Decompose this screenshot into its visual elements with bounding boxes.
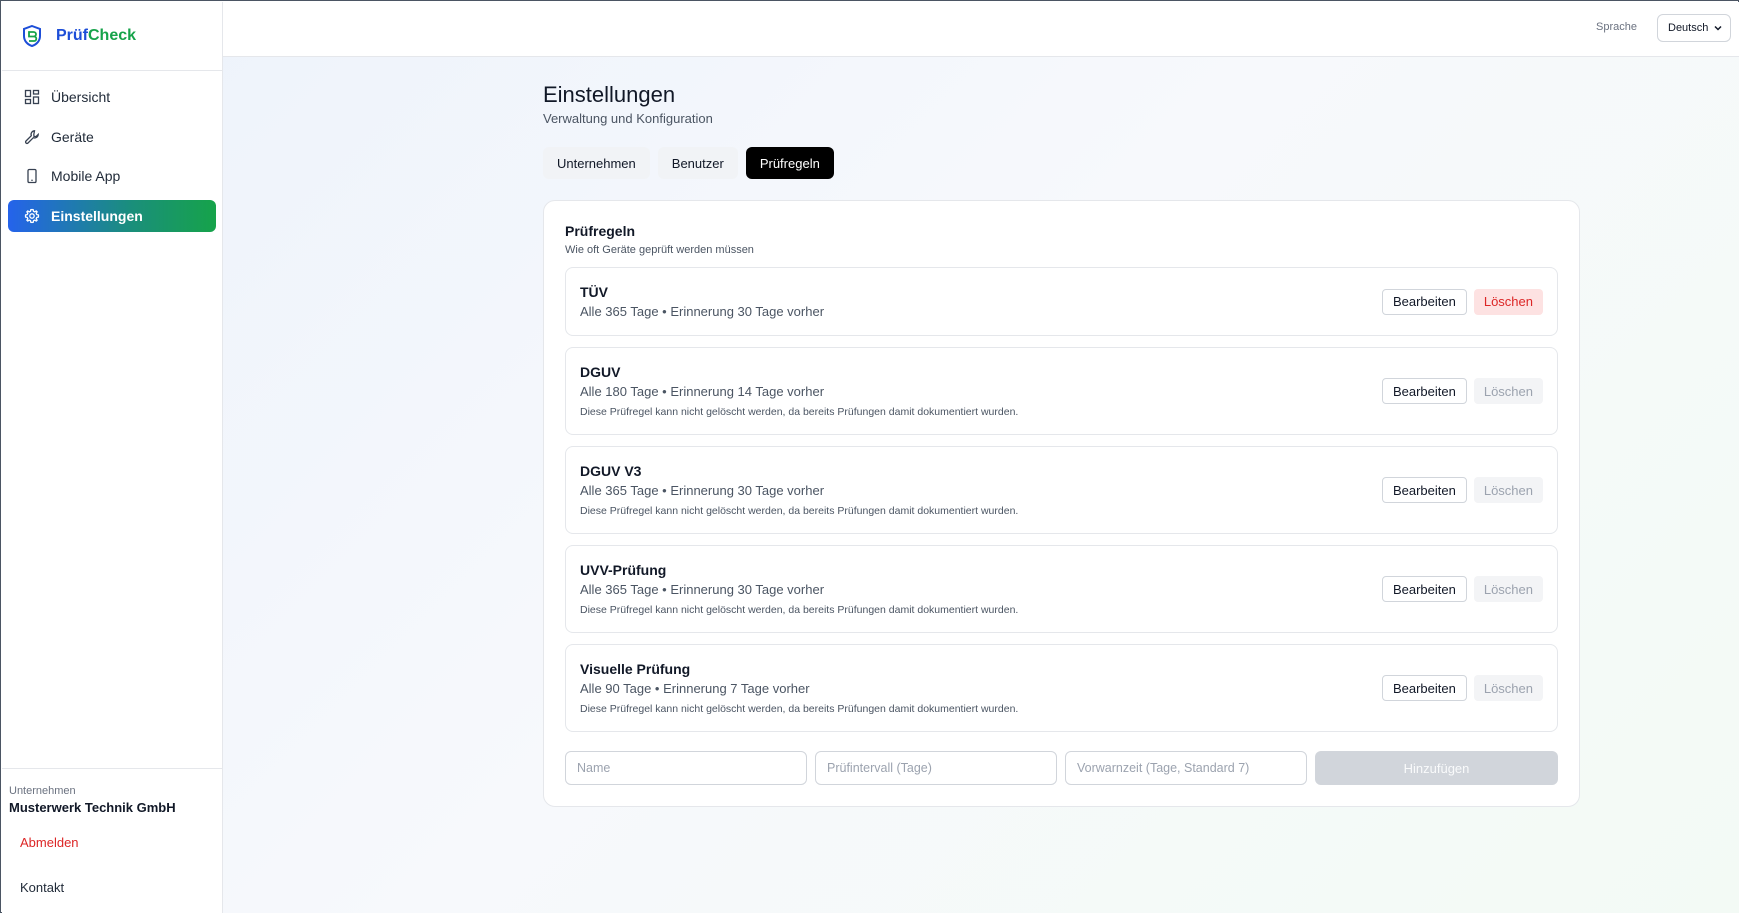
rule-actions: Bearbeiten Löschen [1381,378,1543,404]
logout-link[interactable]: Abmelden [20,835,79,850]
sidebar-item-uebersicht[interactable]: Übersicht [8,81,216,113]
delete-button[interactable]: Löschen [1473,288,1543,315]
interval-input[interactable] [815,751,1057,785]
page-title: Einstellungen [543,82,676,107]
edit-button[interactable]: Bearbeiten [1381,477,1467,503]
edit-button[interactable]: Bearbeiten [1381,288,1467,315]
rule-item: Visuelle Prüfung Alle 90 Tage • Erinneru… [565,644,1558,732]
sidebar-item-label: Einstellungen [51,207,143,224]
topbar: Sprache Deutsch [223,2,1739,57]
edit-button[interactable]: Bearbeiten [1381,675,1467,701]
rule-item: DGUV Alle 180 Tage • Erinnerung 14 Tage … [565,347,1558,435]
rule-actions: Bearbeiten Löschen [1381,288,1543,315]
sidebar-item-geraete[interactable]: Geräte [8,121,216,153]
delete-button-disabled: Löschen [1473,477,1543,503]
rules-card: Prüfregeln Wie oft Geräte geprüft werden… [543,200,1580,807]
card-title: Prüfregeln [565,223,636,239]
rule-actions: Bearbeiten Löschen [1381,477,1543,503]
settings-tabs: Unternehmen Benutzer Prüfregeln [543,147,1583,179]
edit-button[interactable]: Bearbeiten [1381,576,1467,602]
language-value: Deutsch [1668,22,1709,34]
tab-pruefregeln[interactable]: Prüfregeln [745,147,834,179]
rule-item: UVV-Prüfung Alle 365 Tage • Erinnerung 3… [565,545,1558,633]
smartphone-icon [27,168,37,184]
chevron-down-icon [1714,25,1722,31]
tab-benutzer[interactable]: Benutzer [657,147,738,179]
wrench-icon [24,129,39,144]
language-select[interactable]: Deutsch [1657,14,1731,42]
sidebar-item-einstellungen[interactable]: Einstellungen [8,199,216,232]
brand: PrüfCheck [2,2,222,71]
company-label: Unternehmen [9,785,76,797]
sidebar-item-label: Geräte [51,128,94,145]
main-area: Sprache Deutsch Einstellungen Verwaltung… [223,2,1739,913]
add-rule-form: Hinzufügen [565,751,1558,785]
shield-logo-icon [23,25,41,47]
page-subtitle: Verwaltung und Konfiguration [543,111,713,126]
rule-item: TÜV Alle 365 Tage • Erinnerung 30 Tage v… [565,267,1558,336]
contact-link[interactable]: Kontakt [20,880,222,895]
rule-item: DGUV V3 Alle 365 Tage • Erinnerung 30 Ta… [565,446,1558,534]
sidebar-nav: Übersicht Geräte Mobile App Einstellunge… [2,71,222,232]
rule-actions: Bearbeiten Löschen [1381,675,1543,701]
company-name: Musterwerk Technik GmbH [9,800,176,815]
sidebar: PrüfCheck Übersicht Geräte Mobile App Ei… [2,2,223,913]
edit-button[interactable]: Bearbeiten [1381,378,1467,404]
language-label: Sprache [1596,21,1637,33]
rule-actions: Bearbeiten Löschen [1381,576,1543,602]
gear-icon [24,208,40,223]
rule-note: Diese Prüfregel kann nicht gelöscht werd… [580,505,1019,517]
delete-button-disabled: Löschen [1473,378,1543,404]
sidebar-item-label: Übersicht [51,89,111,105]
sidebar-item-mobile-app[interactable]: Mobile App [8,160,216,192]
sidebar-item-label: Mobile App [51,168,121,184]
rule-note: Diese Prüfregel kann nicht gelöscht werd… [580,406,1019,418]
rule-note: Diese Prüfregel kann nicht gelöscht werd… [580,703,1019,715]
rule-note: Diese Prüfregel kann nicht gelöscht werd… [580,604,1019,616]
tab-unternehmen[interactable]: Unternehmen [543,147,650,179]
sidebar-footer: Unternehmen Musterwerk Technik GmbH Abme… [2,768,222,895]
delete-button-disabled: Löschen [1473,576,1543,602]
card-subtitle: Wie oft Geräte geprüft werden müssen [565,244,754,256]
rule-name-input[interactable] [565,751,807,785]
lead-time-input[interactable] [1065,751,1307,785]
delete-button-disabled: Löschen [1473,675,1543,701]
app-frame: PrüfCheck Übersicht Geräte Mobile App Ei… [0,0,1739,913]
settings-content: Einstellungen Verwaltung und Konfigurati… [543,82,1583,807]
add-button[interactable]: Hinzufügen [1315,751,1558,785]
brand-name: PrüfCheck [56,27,137,44]
grid-icon [24,89,40,105]
